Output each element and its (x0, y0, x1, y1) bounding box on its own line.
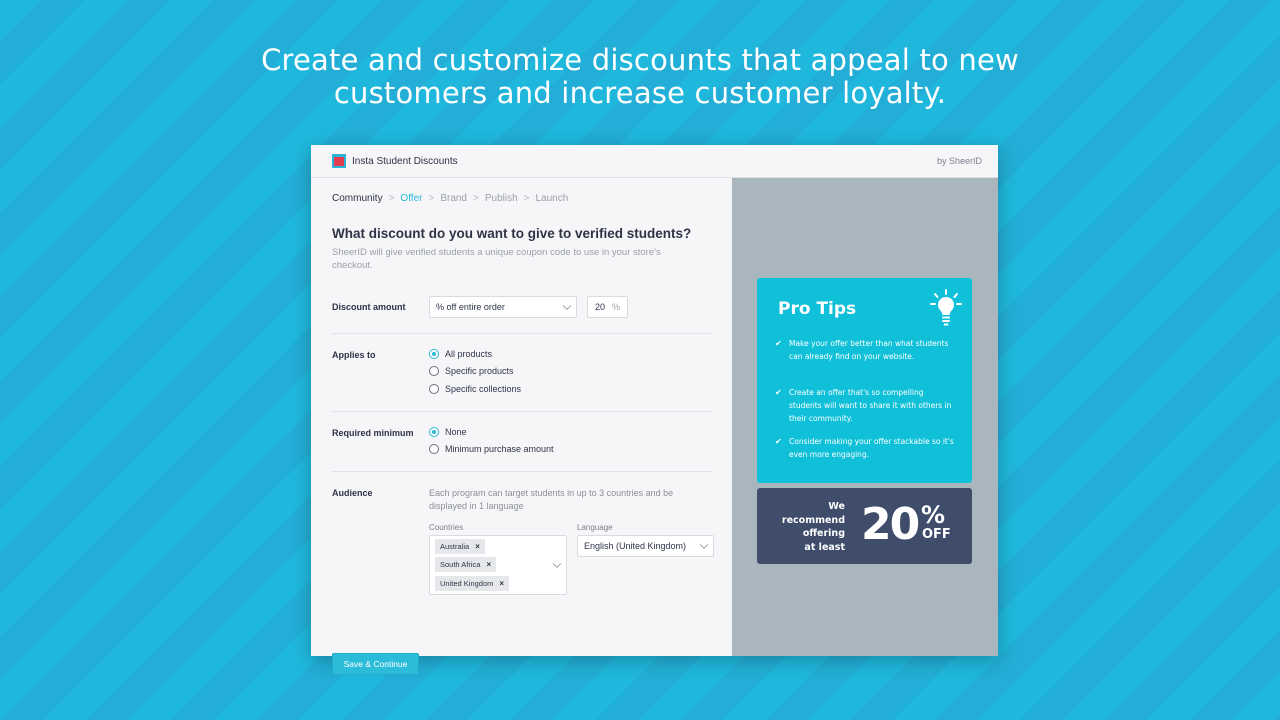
discount-amount-value: 20 (595, 302, 606, 312)
recommendation-text: We recommend offering at least (782, 500, 845, 554)
country-tag-label: United Kingdom (440, 579, 494, 588)
recommendation-line: at least (804, 541, 845, 553)
divider (332, 411, 713, 412)
percent-unit: % (612, 302, 621, 312)
recommended-value: 20 (861, 499, 920, 550)
app-titlebar: Insta Student Discounts by SheerID (311, 145, 998, 178)
lightbulb-icon (930, 289, 962, 326)
required-minimum-label: Required minimum (332, 428, 414, 438)
save-continue-button[interactable]: Save & Continue (332, 653, 419, 675)
breadcrumb-community[interactable]: Community (332, 193, 383, 204)
remove-icon[interactable]: × (486, 560, 491, 569)
radio-label: Specific products (445, 366, 514, 376)
headline-line-2: customers and increase customer loyalty. (333, 76, 947, 110)
audience-label: Audience (332, 488, 373, 498)
radio-minimum-purchase[interactable]: Minimum purchase amount (429, 444, 554, 454)
country-tag: United Kingdom × (435, 576, 510, 591)
check-icon: ✔ (775, 388, 782, 397)
radio-all-products[interactable]: All products (429, 349, 492, 359)
radio-unselected-icon[interactable] (429, 366, 439, 376)
recommendation-card: We recommend offering at least 20 % OFF (757, 488, 972, 564)
chevron-right-icon: > (473, 193, 479, 204)
check-icon: ✔ (775, 437, 782, 446)
remove-icon[interactable]: × (499, 579, 504, 588)
pro-tips-card: Pro Tips ✔ Make your offer better than w… (757, 278, 972, 483)
divider (332, 333, 713, 334)
radio-specific-collections[interactable]: Specific collections (429, 384, 521, 394)
radio-selected-icon[interactable] (429, 427, 439, 437)
countries-label: Countries (429, 523, 464, 532)
radio-label: Minimum purchase amount (445, 444, 554, 454)
country-tag-label: South Africa (440, 560, 481, 569)
divider (332, 471, 713, 472)
countries-multiselect[interactable]: Australia × South Africa × United Kingdo… (429, 535, 567, 595)
breadcrumb-brand[interactable]: Brand (440, 193, 467, 204)
tip-text: Make your offer better than what student… (789, 339, 949, 361)
tips-panel: Pro Tips ✔ Make your offer better than w… (732, 178, 998, 656)
country-tag: Australia × (435, 539, 485, 554)
page-title: What discount do you want to give to ver… (332, 226, 692, 241)
chevron-down-icon[interactable] (552, 559, 562, 569)
pro-tips-title: Pro Tips (778, 299, 857, 319)
breadcrumb-launch[interactable]: Launch (536, 193, 569, 204)
radio-unselected-icon[interactable] (429, 384, 439, 394)
chevron-right-icon: > (428, 193, 435, 204)
chevron-down-icon (562, 301, 572, 311)
discount-amount-input[interactable]: 20 % (587, 296, 628, 318)
country-tag-label: Australia (440, 542, 470, 551)
recommended-percent: % (921, 501, 946, 529)
form-panel: Community > Offer > Brand > Publish > La… (311, 178, 732, 675)
radio-label: All products (445, 349, 493, 359)
tip-text: Consider making your offer stackable so … (789, 437, 954, 459)
discount-amount-label: Discount amount (332, 302, 406, 312)
app-window: Insta Student Discounts by SheerID Commu… (311, 145, 998, 675)
radio-specific-products[interactable]: Specific products (429, 366, 514, 376)
radio-selected-icon[interactable] (429, 349, 439, 359)
page-subtitle: SheerID will give verified students a un… (332, 247, 661, 271)
recommendation-line: offering (802, 528, 845, 539)
radio-none[interactable]: None (429, 427, 467, 437)
breadcrumb-offer[interactable]: Offer (400, 193, 422, 204)
radio-label: None (445, 427, 467, 437)
remove-icon[interactable]: × (475, 542, 480, 551)
vendor-label: by SheerID (936, 156, 982, 166)
marketing-headline: Create and customize discounts that appe… (0, 44, 1280, 110)
recommendation-line: recommend (781, 514, 845, 526)
language-select[interactable]: English (United Kingdom) (577, 535, 714, 557)
applies-to-label: Applies to (332, 350, 376, 360)
check-icon: ✔ (775, 339, 782, 348)
headline-line-1: Create and customize discounts that appe… (261, 43, 1019, 77)
audience-description: Each program can target students in up t… (429, 488, 674, 511)
radio-label: Specific collections (445, 384, 522, 394)
tip-item: ✔ Make your offer better than what stude… (775, 337, 955, 363)
tip-item: ✔ Consider making your offer stackable s… (775, 435, 955, 461)
recommendation-line: We (828, 501, 845, 512)
language-value: English (United Kingdom) (584, 541, 687, 551)
country-tag: South Africa × (435, 557, 497, 572)
breadcrumb: Community > Offer > Brand > Publish > La… (332, 193, 568, 204)
chevron-down-icon (699, 540, 709, 550)
discount-type-value: % off entire order (436, 302, 505, 312)
radio-unselected-icon[interactable] (429, 444, 439, 454)
tip-item: ✔ Create an offer that's so compelling s… (775, 386, 955, 425)
chevron-right-icon: > (388, 193, 395, 204)
discount-type-select[interactable]: % off entire order (429, 296, 577, 318)
breadcrumb-publish[interactable]: Publish (485, 193, 518, 204)
app-title: Insta Student Discounts (352, 155, 458, 167)
language-label: Language (577, 523, 613, 532)
recommended-off: OFF (922, 527, 951, 542)
chevron-right-icon: > (523, 193, 530, 204)
sheerid-logo-icon (332, 154, 346, 168)
tip-text: Create an offer that's so compelling stu… (789, 388, 952, 423)
